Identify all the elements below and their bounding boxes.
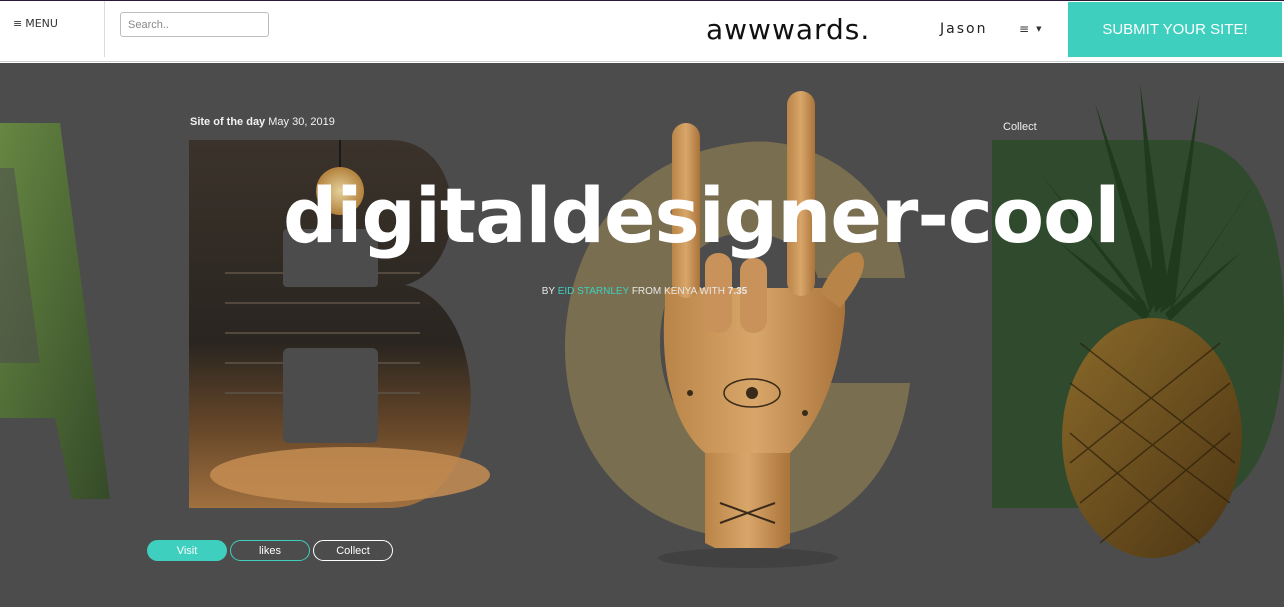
caret-down-icon: ▼ (1036, 25, 1042, 33)
hero-artwork (0, 83, 1284, 568)
menu-label: MENU (25, 17, 58, 30)
collect-button[interactable]: Collect (313, 540, 393, 561)
top-bar: ≡ MENU awwwards. Jason ≡ ▼ SUBMIT YOUR S… (0, 0, 1284, 62)
user-name[interactable]: Jason (940, 21, 987, 37)
sotd-badge: Site of the day (190, 116, 266, 128)
byline-from: FROM KENYA WITH (631, 286, 725, 297)
letter-a-shape (0, 123, 110, 499)
author-link[interactable]: EID STARNLEY (558, 286, 629, 297)
sotd-date: May 30, 2019 (268, 116, 335, 128)
submit-site-button[interactable]: SUBMIT YOUR SITE! (1068, 2, 1282, 57)
user-menu-toggle[interactable]: ≡ ▼ (1019, 22, 1041, 36)
byline: BY EID STARNLEY FROM KENYA WITH 7.35 (0, 286, 1284, 297)
menu-divider (104, 1, 105, 57)
page: ≡ MENU awwwards. Jason ≡ ▼ SUBMIT YOUR S… (0, 0, 1284, 607)
hero-section: Site of the day May 30, 2019 Collect dig… (0, 63, 1284, 607)
site-of-the-day-label: Site of the day May 30, 2019 (190, 116, 335, 128)
site-title: digitaldesigner-cool (283, 171, 1120, 260)
likes-button[interactable]: likes (230, 540, 310, 561)
visit-button[interactable]: Visit (147, 540, 227, 561)
score-value: 7.35 (727, 286, 748, 297)
site-logo[interactable]: awwwards. (706, 13, 870, 46)
collect-link[interactable]: Collect (1003, 121, 1037, 133)
search-input[interactable] (120, 12, 269, 37)
menu-button[interactable]: ≡ MENU (13, 17, 58, 30)
hamburger-icon: ≡ (13, 17, 23, 30)
list-icon: ≡ (1019, 22, 1030, 36)
byline-by: BY (541, 286, 555, 297)
